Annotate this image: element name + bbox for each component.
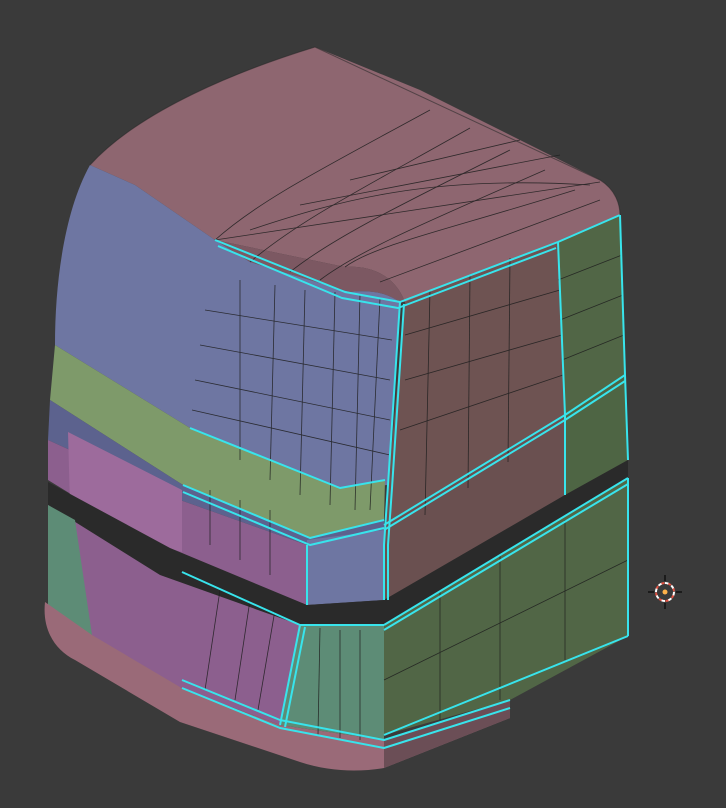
front-corner-blue [307,530,384,605]
3d-cursor-icon[interactable] [648,575,682,609]
3d-viewport[interactable] [0,0,726,808]
mesh-render[interactable] [0,0,726,808]
